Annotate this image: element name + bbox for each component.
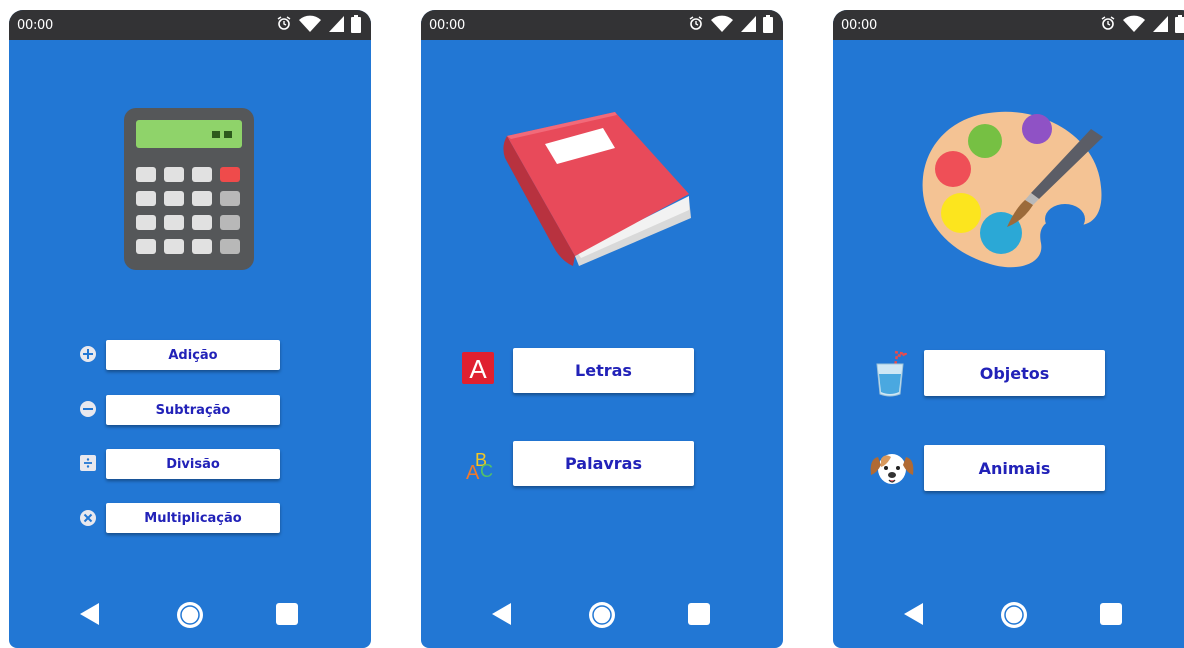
phone-screen-letters: 00:00 A Letras A B C Palavras — [421, 10, 783, 648]
divide-square-icon — [80, 455, 96, 471]
words-button-label: Palavras — [564, 454, 642, 473]
status-time: 00:00 — [429, 18, 465, 33]
signal-icon — [740, 16, 756, 32]
division-button[interactable]: Divisão — [106, 449, 280, 479]
status-time: 00:00 — [841, 18, 877, 33]
signal-icon — [1152, 16, 1168, 32]
animals-button[interactable]: Animais — [924, 445, 1105, 491]
multiplication-button[interactable]: Multiplicação — [106, 503, 280, 533]
addition-button[interactable]: Adição — [106, 340, 280, 370]
navigation-bar — [9, 588, 371, 648]
subtraction-button-label: Subtração — [155, 402, 231, 418]
navigation-bar — [833, 588, 1184, 648]
division-button-label: Divisão — [166, 456, 220, 472]
letters-button[interactable]: Letras — [513, 348, 694, 393]
status-icons — [274, 15, 361, 35]
status-icons — [686, 15, 773, 35]
alarm-icon — [689, 16, 703, 30]
plus-circle-icon — [80, 346, 96, 362]
wifi-icon — [298, 15, 321, 32]
battery-icon — [351, 15, 361, 33]
dog-face-icon — [870, 454, 914, 484]
home-icon[interactable] — [175, 600, 205, 630]
subtraction-button[interactable]: Subtração — [106, 395, 280, 425]
wifi-icon — [710, 15, 733, 32]
cup-with-straw-icon — [876, 350, 907, 397]
back-icon[interactable] — [79, 602, 101, 626]
words-button[interactable]: Palavras — [513, 441, 694, 486]
back-icon[interactable] — [903, 602, 925, 626]
paint-palette-icon — [922, 111, 1103, 268]
letter-a-icon: A — [462, 352, 494, 384]
status-bar: 00:00 — [9, 10, 371, 40]
status-time: 00:00 — [17, 18, 53, 33]
alarm-icon — [1101, 16, 1115, 30]
status-icons — [1098, 15, 1184, 35]
letters-button-label: Letras — [575, 361, 632, 380]
times-circle-icon — [80, 510, 96, 526]
status-bar: 00:00 — [833, 10, 1184, 40]
objects-button[interactable]: Objetos — [924, 350, 1105, 396]
recent-apps-icon[interactable] — [688, 602, 710, 626]
objects-button-label: Objetos — [979, 363, 1050, 383]
home-icon[interactable] — [999, 600, 1029, 630]
addition-button-label: Adição — [168, 347, 218, 363]
phone-screen-drawing: 00:00 Objetos Animais — [833, 10, 1184, 648]
home-icon[interactable] — [587, 600, 617, 630]
alarm-icon — [277, 16, 291, 30]
calculator-icon — [124, 108, 254, 270]
abc-letter-c: C — [480, 461, 493, 481]
recent-apps-icon[interactable] — [1100, 602, 1122, 626]
battery-icon — [763, 15, 773, 33]
letter-a-text: A — [469, 354, 487, 384]
signal-icon — [328, 16, 344, 32]
status-bar: 00:00 — [421, 10, 783, 40]
book-icon — [503, 112, 691, 266]
multiplication-button-label: Multiplicação — [144, 510, 242, 526]
back-icon[interactable] — [491, 602, 513, 626]
abc-icon: A B C — [466, 450, 493, 482]
phone-screen-math: 00:00 Adição Subtração Divisão Multiplic… — [9, 10, 371, 648]
battery-icon — [1175, 15, 1184, 33]
animals-button-label: Animais — [978, 458, 1051, 478]
navigation-bar — [421, 588, 783, 648]
recent-apps-icon[interactable] — [276, 602, 298, 626]
minus-circle-icon — [80, 401, 96, 417]
wifi-icon — [1122, 15, 1145, 32]
